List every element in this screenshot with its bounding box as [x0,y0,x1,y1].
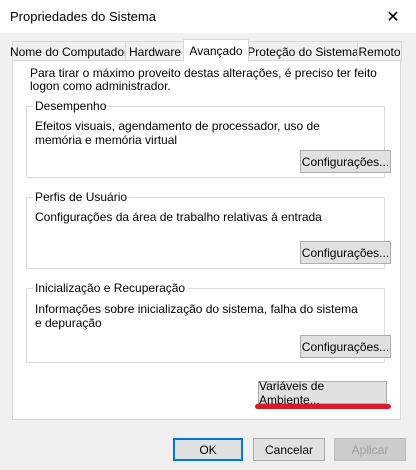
button-label: Configurações... [301,154,390,169]
startup-recovery-group-title: Inicialização e Recuperação [33,281,188,295]
highlight-underline [255,404,391,409]
ok-button[interactable]: OK [173,438,243,461]
user-profiles-group: Perfis de Usuário Configurações da área … [26,190,391,269]
tab-system-protection[interactable]: Proteção do Sistema [247,41,359,61]
button-label: Aplicar [351,442,389,457]
tab-label: Avançado [189,44,243,58]
performance-group-title: Desempenho [33,99,109,113]
button-label: Configurações... [301,245,390,260]
button-label: Configurações... [301,339,390,354]
performance-description: Efeitos visuais, agendamento de processa… [35,119,320,147]
cancel-button[interactable]: Cancelar [253,438,325,461]
performance-group: Desempenho Efeitos visuais, agendamento … [26,99,391,178]
tab-label: Nome do Computador [9,44,129,59]
title-bar: Propriedades do Sistema ✕ [0,0,416,33]
user-profiles-settings-button[interactable]: Configurações... [300,241,391,264]
tab-advanced[interactable]: Avançado [183,39,249,62]
tab-strip: Nome do Computador Hardware Avançado Pro… [9,39,410,62]
environment-variables-button[interactable]: Variáveis de Ambiente... [258,378,387,407]
close-button[interactable]: ✕ [370,0,416,33]
button-label: Variáveis de Ambiente... [259,378,325,407]
apply-button[interactable]: Aplicar [334,438,406,461]
performance-settings-button[interactable]: Configurações... [300,150,391,173]
startup-recovery-description: Informações sobre inicialização do siste… [35,302,358,330]
advanced-tab-panel: Para tirar o máximo proveito destas alte… [12,60,401,420]
tab-label: Remoto [358,44,401,59]
tab-label: Proteção do Sistema [247,44,359,59]
close-icon: ✕ [386,8,400,26]
button-label: Cancelar [264,442,314,457]
tab-hardware[interactable]: Hardware [125,41,185,61]
user-profiles-description: Configurações da área de trabalho relati… [35,210,322,224]
tab-remote[interactable]: Remoto [357,41,402,61]
admin-notice: Para tirar o máximo proveito destas alte… [30,66,377,93]
tab-label: Hardware [128,44,182,59]
tab-computer-name[interactable]: Nome do Computador [9,41,129,61]
button-label: OK [199,442,217,457]
window-title: Propriedades do Sistema [10,9,156,24]
startup-recovery-group: Inicialização e Recuperação Informações … [26,281,391,363]
user-profiles-group-title: Perfis de Usuário [33,190,130,204]
startup-recovery-settings-button[interactable]: Configurações... [300,335,391,358]
system-properties-window: Propriedades do Sistema ✕ Nome do Comput… [0,0,416,470]
